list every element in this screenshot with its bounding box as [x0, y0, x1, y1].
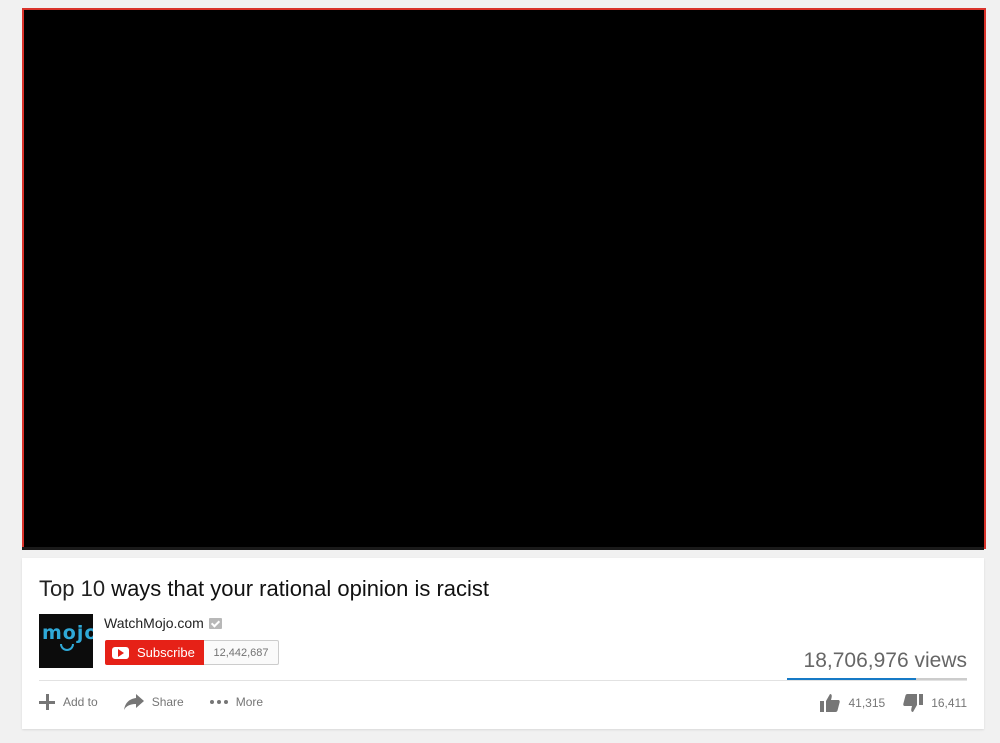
thumbs-down-icon [903, 694, 924, 712]
share-label: Share [151, 695, 184, 709]
divider [39, 680, 967, 681]
like-button[interactable]: 41,315 [820, 694, 885, 712]
video-player[interactable] [22, 8, 986, 549]
ratings: 41,315 16,411 [802, 694, 967, 712]
more-dots-icon [209, 700, 228, 704]
channel-name-row: WatchMojo.com [104, 615, 222, 631]
channel-name-link[interactable]: WatchMojo.com [104, 615, 204, 631]
plus-icon [39, 694, 55, 710]
dislike-button[interactable]: 16,411 [903, 694, 967, 712]
video-title: Top 10 ways that your rational opinion i… [39, 576, 489, 602]
avatar-logo-text: mojo [42, 622, 93, 644]
player-progress-strip [22, 547, 984, 550]
more-label: More [235, 695, 264, 709]
share-arrow-icon [123, 694, 144, 710]
action-bar: Add to Share More [39, 694, 289, 710]
share-button[interactable]: Share [123, 694, 184, 710]
channel-avatar[interactable]: mojo [39, 614, 93, 668]
dislike-count: 16,411 [931, 696, 967, 710]
video-title-text: ways that your rational opinion is racis… [105, 576, 490, 601]
view-count: 18,706,976 views [803, 649, 967, 672]
video-title-prefix: Top 10 [39, 576, 106, 601]
add-to-label: Add to [63, 695, 98, 709]
thumbs-up-icon [820, 694, 841, 712]
more-button[interactable]: More [209, 695, 264, 709]
youtube-play-icon [112, 646, 129, 659]
verified-check-icon [208, 617, 222, 629]
avatar-smile-icon [60, 644, 74, 651]
subscribe-label: Subscribe [137, 645, 195, 660]
video-info-card: Top 10 ways that your rational opinion i… [22, 558, 984, 729]
like-count: 41,315 [848, 696, 886, 710]
subscriber-count: 12,442,687 [204, 640, 279, 665]
subscribe-button[interactable]: Subscribe [105, 640, 204, 665]
add-to-button[interactable]: Add to [39, 694, 98, 710]
